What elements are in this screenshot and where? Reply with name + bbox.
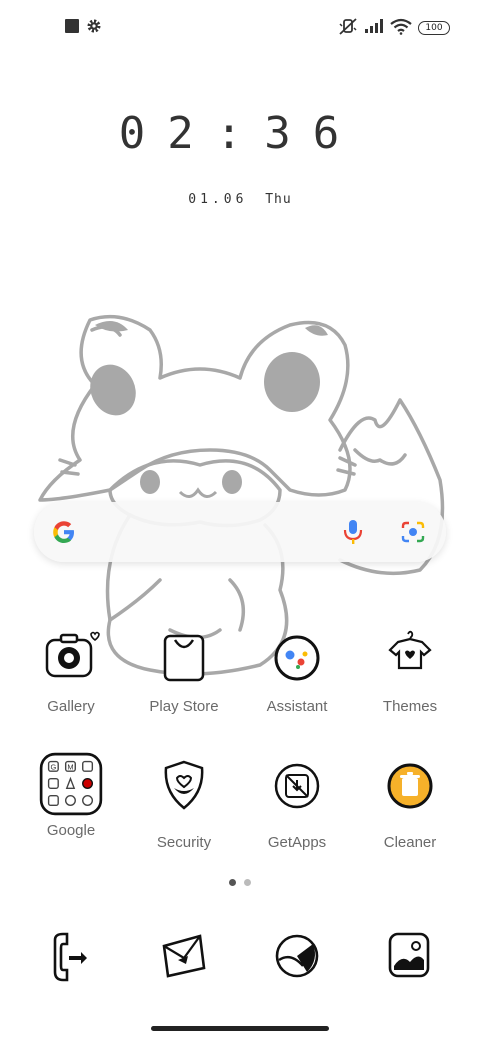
app-google-folder[interactable]: G M Google — [15, 752, 127, 839]
battery-icon: 100 — [418, 21, 450, 35]
app-label: Google — [46, 822, 96, 839]
camera-icon — [45, 631, 100, 678]
app-label: Security — [156, 834, 212, 851]
gesture-navigation-handle[interactable] — [151, 1026, 329, 1031]
app-getapps[interactable]: GetApps — [241, 763, 353, 851]
app-label: Play Store — [149, 698, 219, 715]
svg-text:G: G — [50, 763, 56, 772]
browser-icon[interactable] — [267, 926, 327, 986]
shield-heart-icon — [164, 760, 204, 810]
app-label: GetApps — [267, 834, 327, 851]
app-cleaner[interactable]: Cleaner — [354, 763, 466, 851]
app-label: Gallery — [47, 698, 95, 715]
phone-icon[interactable] — [41, 926, 101, 986]
message-envelope-icon[interactable] — [154, 926, 214, 986]
getapps-icon — [274, 763, 320, 809]
tshirt-icon — [388, 630, 432, 670]
svg-text:M: M — [67, 763, 73, 772]
day-text: Thu — [265, 192, 292, 207]
gear-icon — [87, 19, 101, 33]
page-dot[interactable] — [244, 879, 251, 886]
assistant-dots-icon — [274, 635, 320, 681]
trash-icon — [387, 763, 433, 809]
microphone-icon[interactable] — [343, 519, 363, 545]
page-dot-active[interactable] — [229, 879, 236, 886]
folder-icon: G M — [39, 752, 103, 816]
signal-icon — [365, 19, 383, 33]
app-gallery[interactable]: Gallery — [15, 628, 127, 715]
app-themes[interactable]: Themes — [354, 628, 466, 715]
clock-date: 01.06 Thu — [0, 192, 480, 207]
shopping-bag-icon — [163, 634, 205, 682]
app-label: Cleaner — [383, 834, 437, 851]
app-label: Themes — [382, 698, 438, 715]
google-g-icon — [53, 521, 74, 543]
status-bar: 100 — [0, 0, 480, 56]
camera-photo-icon[interactable] — [380, 926, 440, 986]
app-label: Assistant — [266, 698, 328, 715]
lens-camera-icon[interactable] — [400, 520, 426, 544]
wifi-icon — [390, 18, 412, 35]
square-notification-icon — [65, 19, 79, 33]
clock-time[interactable]: 02:36 — [0, 108, 480, 159]
app-play-store[interactable]: Play Store — [128, 628, 240, 715]
date-text: 01.06 — [188, 192, 248, 207]
app-security[interactable]: Security — [128, 760, 240, 851]
app-assistant[interactable]: Assistant — [241, 628, 353, 715]
google-search-bar[interactable] — [34, 502, 446, 562]
mute-icon — [339, 18, 357, 35]
